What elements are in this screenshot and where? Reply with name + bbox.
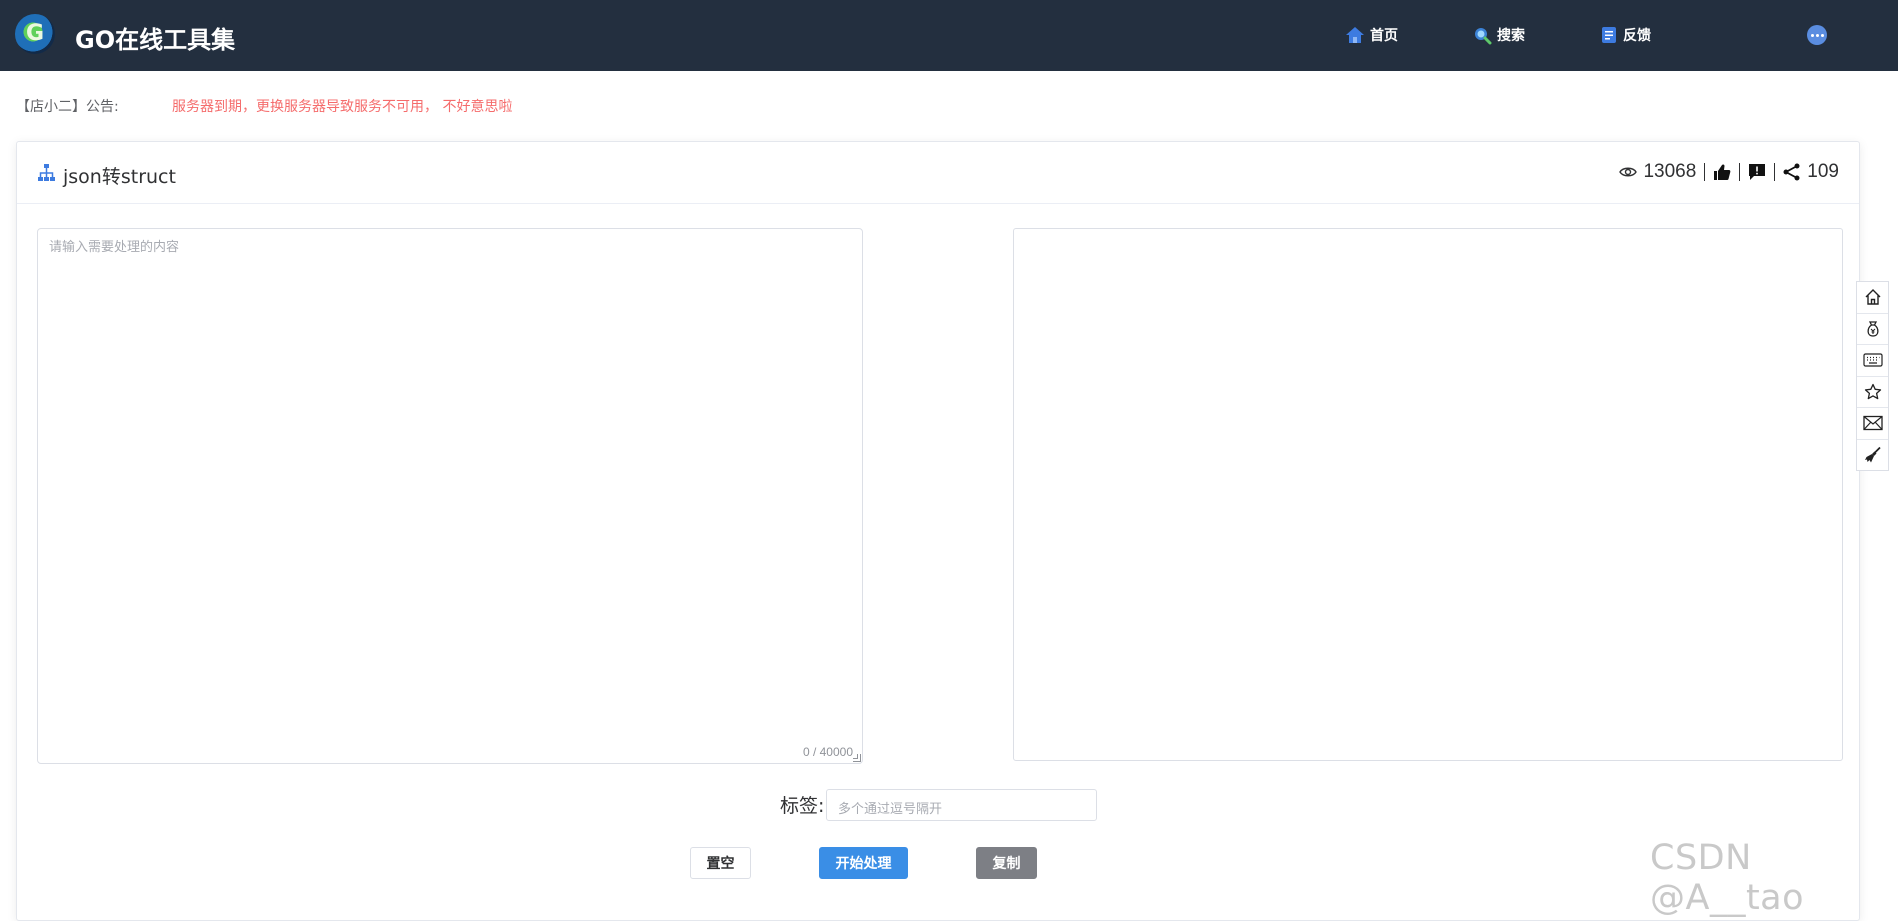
- search-icon: [1475, 28, 1492, 45]
- app-title[interactable]: GO在线工具集: [75, 20, 235, 55]
- report-icon[interactable]: [1748, 163, 1766, 181]
- mail-icon: [1862, 416, 1883, 431]
- nav-search[interactable]: 搜索: [1472, 24, 1525, 46]
- card-header: json转struct 13068 109: [17, 142, 1859, 204]
- content-input-placeholder: 请输入需要处理的内容: [49, 240, 180, 255]
- home-icon: [1346, 27, 1364, 43]
- nav-search-label: 搜索: [1497, 28, 1525, 44]
- top-nav-bar: G GO在线工具集 首页 搜索 反馈: [0, 0, 1898, 71]
- tool-title: json转struct: [63, 166, 176, 188]
- tags-input[interactable]: 多个通过逗号隔开: [826, 789, 1097, 821]
- keyboard-icon: [1862, 353, 1883, 367]
- tags-input-placeholder: 多个通过逗号隔开: [838, 802, 943, 817]
- sitemap-icon: [38, 164, 55, 181]
- tags-label: 标签:: [780, 795, 825, 817]
- money-bag-icon: [1866, 321, 1879, 337]
- side-toolbar: [1856, 281, 1889, 471]
- logo-letter: G: [26, 21, 45, 46]
- char-counter: 0 / 40000: [802, 745, 853, 759]
- copy-button[interactable]: 复制: [976, 847, 1037, 879]
- logo-icon[interactable]: G: [15, 14, 55, 54]
- like-icon[interactable]: [1713, 163, 1731, 181]
- side-donate-button[interactable]: [1857, 314, 1888, 345]
- result-output[interactable]: [1013, 228, 1843, 761]
- feedback-icon: [1602, 27, 1616, 43]
- notice-label: 【店小二】公告:: [16, 99, 119, 115]
- nav-feedback-label: 反馈: [1623, 28, 1651, 44]
- side-mail-button[interactable]: [1857, 408, 1888, 440]
- home-icon: [1865, 289, 1880, 305]
- tool-stats: 13068 109: [1619, 161, 1839, 183]
- share-count: 109: [1807, 161, 1839, 182]
- watermark: CSDN @A__tao: [1650, 838, 1805, 918]
- more-icon[interactable]: [1807, 25, 1827, 45]
- side-favorite-button[interactable]: [1857, 377, 1888, 408]
- notice-text: 服务器到期，更换服务器导致服务不可用， 不好意思啦: [172, 99, 513, 115]
- star-icon: [1864, 383, 1881, 399]
- clear-button[interactable]: 置空: [690, 847, 751, 879]
- side-clean-button[interactable]: [1857, 440, 1888, 472]
- start-button[interactable]: 开始处理: [819, 847, 908, 879]
- tool-card: json转struct 13068 109 请输入需要处理的内容 0 / 400…: [16, 141, 1860, 921]
- side-home-button[interactable]: [1857, 282, 1888, 314]
- nav-home[interactable]: 首页: [1345, 24, 1398, 46]
- resize-handle[interactable]: [853, 754, 861, 762]
- content-input[interactable]: 请输入需要处理的内容 0 / 40000: [37, 228, 863, 764]
- nav-home-label: 首页: [1370, 28, 1398, 44]
- share-icon[interactable]: [1783, 163, 1801, 181]
- view-count: 13068: [1643, 161, 1697, 182]
- broom-icon: [1864, 447, 1881, 463]
- eye-icon: [1619, 167, 1638, 177]
- nav-feedback[interactable]: 反馈: [1600, 24, 1651, 46]
- side-keyboard-button[interactable]: [1857, 345, 1888, 377]
